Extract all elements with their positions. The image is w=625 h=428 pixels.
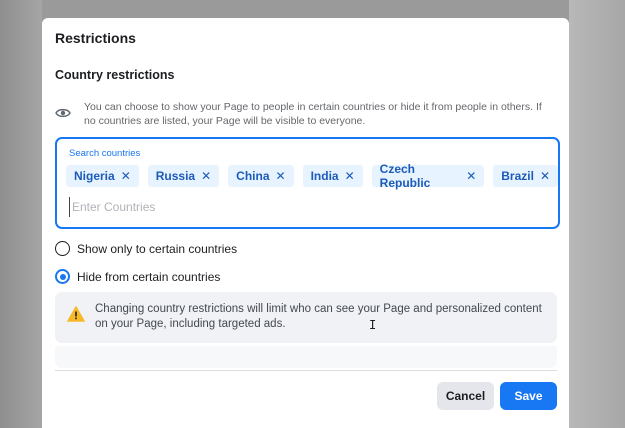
hide-from-label: Hide from certain countries xyxy=(77,269,221,284)
chip-label: Russia xyxy=(155,169,196,183)
country-chip[interactable]: Brazil ✕ xyxy=(493,165,558,187)
restrictions-dialog: Restrictions Country restrictions You ca… xyxy=(42,18,569,428)
page-backdrop-right xyxy=(569,0,625,428)
search-input[interactable] xyxy=(69,197,539,217)
close-icon[interactable]: ✕ xyxy=(540,169,550,183)
dialog-title: Restrictions xyxy=(55,30,136,46)
chip-label: Nigeria xyxy=(74,169,115,183)
search-label: Search countries xyxy=(69,148,141,159)
close-icon[interactable]: ✕ xyxy=(121,169,131,183)
country-chip[interactable]: Czech Republic ✕ xyxy=(371,162,485,190)
eye-icon xyxy=(55,108,71,118)
chip-label: China xyxy=(236,169,270,183)
warning-banner: Changing country restrictions will limit… xyxy=(55,292,557,343)
close-icon[interactable]: ✕ xyxy=(466,169,476,183)
warning-text: Changing country restrictions will limit… xyxy=(95,303,542,330)
option-hide-from[interactable]: Hide from certain countries xyxy=(55,269,220,284)
hide-from-radio[interactable] xyxy=(55,269,70,284)
page-backdrop-left xyxy=(0,0,42,428)
close-icon[interactable]: ✕ xyxy=(276,169,286,183)
close-icon[interactable]: ✕ xyxy=(201,169,211,183)
chip-label: Brazil xyxy=(501,169,534,183)
show-only-radio[interactable] xyxy=(55,241,70,256)
cancel-button[interactable]: Cancel xyxy=(437,382,494,410)
country-chip[interactable]: China ✕ xyxy=(228,165,294,187)
info-text: You can choose to show your Page to peop… xyxy=(84,101,542,127)
warning-triangle-icon xyxy=(67,306,85,322)
country-chip[interactable]: India ✕ xyxy=(302,165,363,187)
option-show-only[interactable]: Show only to certain countries xyxy=(55,241,237,256)
country-chip[interactable]: Nigeria ✕ xyxy=(66,165,139,187)
chip-label: India xyxy=(310,169,339,183)
save-button[interactable]: Save xyxy=(500,382,557,410)
close-icon[interactable]: ✕ xyxy=(345,169,355,183)
chip-label: Czech Republic xyxy=(379,162,431,190)
text-cursor-icon: I xyxy=(369,318,377,332)
country-chip-list: Nigeria ✕ Russia ✕ China ✕ India ✕ Czech Republi… xyxy=(66,162,558,190)
section-title: Country restrictions xyxy=(55,68,175,82)
country-chip[interactable]: Russia ✕ xyxy=(147,165,220,187)
show-only-label: Show only to certain countries xyxy=(77,241,238,256)
country-search-box[interactable]: Search countries Nigeria ✕ Russia ✕ China ✕ In… xyxy=(55,137,560,229)
footer-strip xyxy=(55,346,557,368)
divider xyxy=(55,370,557,371)
